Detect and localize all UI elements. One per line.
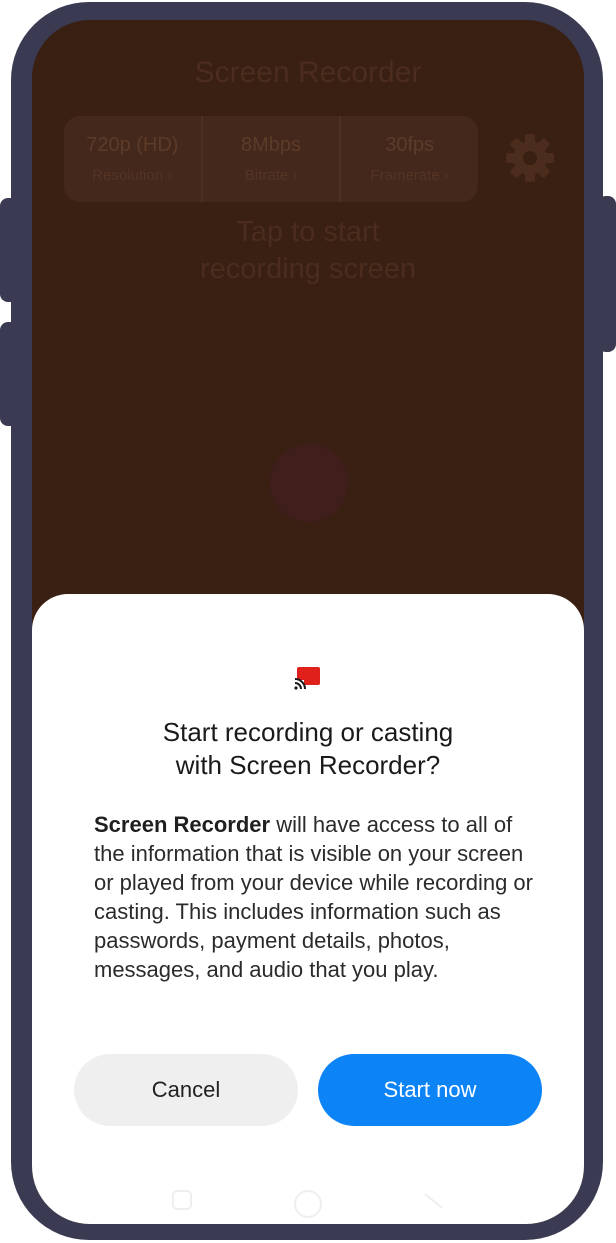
dialog-body: Screen Recorder will have access to all … [94, 810, 544, 984]
start-now-button[interactable]: Start now [318, 1054, 542, 1126]
gear-icon[interactable] [504, 132, 556, 184]
volume-up-button [0, 198, 18, 302]
power-button [598, 196, 616, 352]
chevron-right-icon: › [292, 167, 298, 184]
nav-home-icon[interactable] [292, 1188, 324, 1220]
setting-label: Bitrate › [244, 167, 298, 184]
volume-down-button [0, 322, 18, 426]
tap-line-1: Tap to start [236, 216, 380, 248]
dialog-title: Start recording or casting with Screen R… [32, 716, 584, 782]
permission-dialog: Start recording or casting with Screen R… [32, 594, 584, 1224]
setting-value: 30fps [385, 134, 435, 156]
tap-line-2: recording screen [200, 253, 416, 285]
navigation-bar [32, 1174, 584, 1224]
setting-label: Resolution › [92, 167, 173, 184]
record-button[interactable] [270, 444, 348, 522]
dialog-title-line-1: Start recording or casting [162, 717, 454, 747]
setting-label: Framerate › [370, 167, 449, 184]
cast-icon [294, 667, 320, 690]
screen: Screen Recorder 720p (HD) Resolution › 8… [32, 20, 584, 1224]
dialog-title-line-2: with Screen Recorder? [175, 750, 441, 780]
setting-value: 720p (HD) [86, 134, 179, 156]
chevron-right-icon: › [443, 167, 449, 184]
app-name: Screen Recorder [94, 812, 271, 837]
dialog-body-text: will have access to all of the informati… [94, 812, 533, 982]
setting-framerate[interactable]: 30fps Framerate › [341, 116, 478, 202]
nav-recents-icon[interactable] [170, 1188, 194, 1212]
settings-card: 720p (HD) Resolution › 8Mbps Bitrate › 3… [64, 116, 478, 202]
setting-bitrate[interactable]: 8Mbps Bitrate › [203, 116, 342, 202]
tap-to-start-text: Tap to start recording screen [32, 214, 584, 288]
app-title: Screen Recorder [194, 56, 422, 89]
chevron-right-icon: › [167, 167, 173, 184]
setting-value: 8Mbps [240, 134, 302, 156]
nav-back-icon[interactable] [422, 1188, 446, 1212]
cancel-button[interactable]: Cancel [74, 1054, 298, 1126]
setting-resolution[interactable]: 720p (HD) Resolution › [64, 116, 203, 202]
